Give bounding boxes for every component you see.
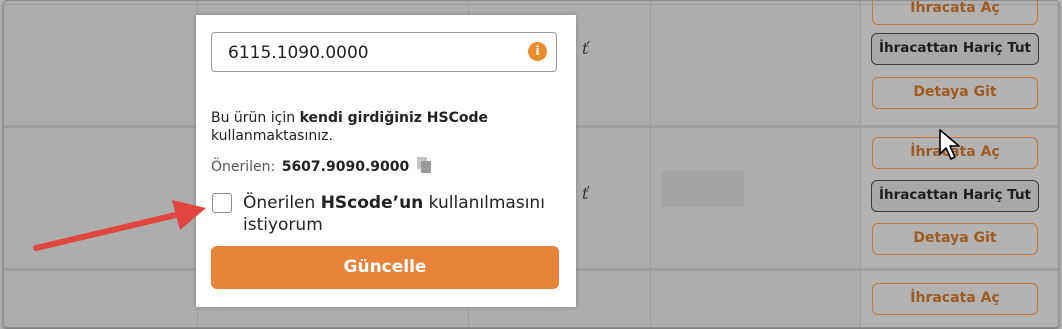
copy-icon[interactable] bbox=[416, 156, 432, 174]
update-button[interactable]: Güncelle bbox=[211, 246, 559, 289]
use-suggested-checkbox[interactable] bbox=[212, 193, 232, 213]
hscode-description: Bu ürün için kendi girdiğiniz HSCode kul… bbox=[211, 109, 551, 145]
description-highlight: kendi girdiğiniz HSCode bbox=[299, 110, 489, 126]
column-divider bbox=[650, 1, 651, 327]
annotation-arrow-icon bbox=[33, 200, 206, 251]
hscode-popup: 6115.1090.0000 i Bu ürün için kendi gird… bbox=[196, 15, 576, 307]
hscode-input[interactable]: 6115.1090.0000 i bbox=[211, 32, 557, 72]
checkbox-text-bold: HScode’un bbox=[320, 193, 424, 213]
description-text: kullanmaktasınız. bbox=[211, 128, 333, 144]
column-divider bbox=[860, 1, 861, 327]
mouse-cursor-icon bbox=[939, 129, 960, 160]
details-button[interactable]: Detaya Git bbox=[872, 77, 1038, 109]
export-exclude-button[interactable]: İhracattan Hariç Tut bbox=[871, 33, 1039, 65]
export-open-button[interactable]: İhracata Aç bbox=[872, 1, 1038, 25]
info-icon[interactable]: i bbox=[528, 42, 547, 61]
checkbox-text: Önerilen bbox=[243, 193, 321, 213]
suggested-hscode: Önerilen: 5607.9090.9000 bbox=[211, 159, 409, 175]
suggested-label: Önerilen: bbox=[211, 159, 276, 175]
row-text-fragment: ť bbox=[582, 39, 589, 58]
export-open-button[interactable]: İhracata Aç bbox=[872, 283, 1038, 315]
details-button[interactable]: Detaya Git bbox=[872, 223, 1038, 255]
export-exclude-button[interactable]: İhracattan Hariç Tut bbox=[871, 180, 1039, 212]
row-text-fragment: ť bbox=[582, 184, 589, 203]
description-text: Bu ürün için bbox=[211, 110, 300, 126]
use-suggested-label[interactable]: Önerilen HScode’un kullanılmasını istiyo… bbox=[243, 192, 563, 236]
suggested-code: 5607.9090.9000 bbox=[281, 159, 410, 175]
blurred-cell bbox=[662, 171, 744, 207]
hscode-value[interactable]: 6115.1090.0000 bbox=[228, 43, 369, 63]
